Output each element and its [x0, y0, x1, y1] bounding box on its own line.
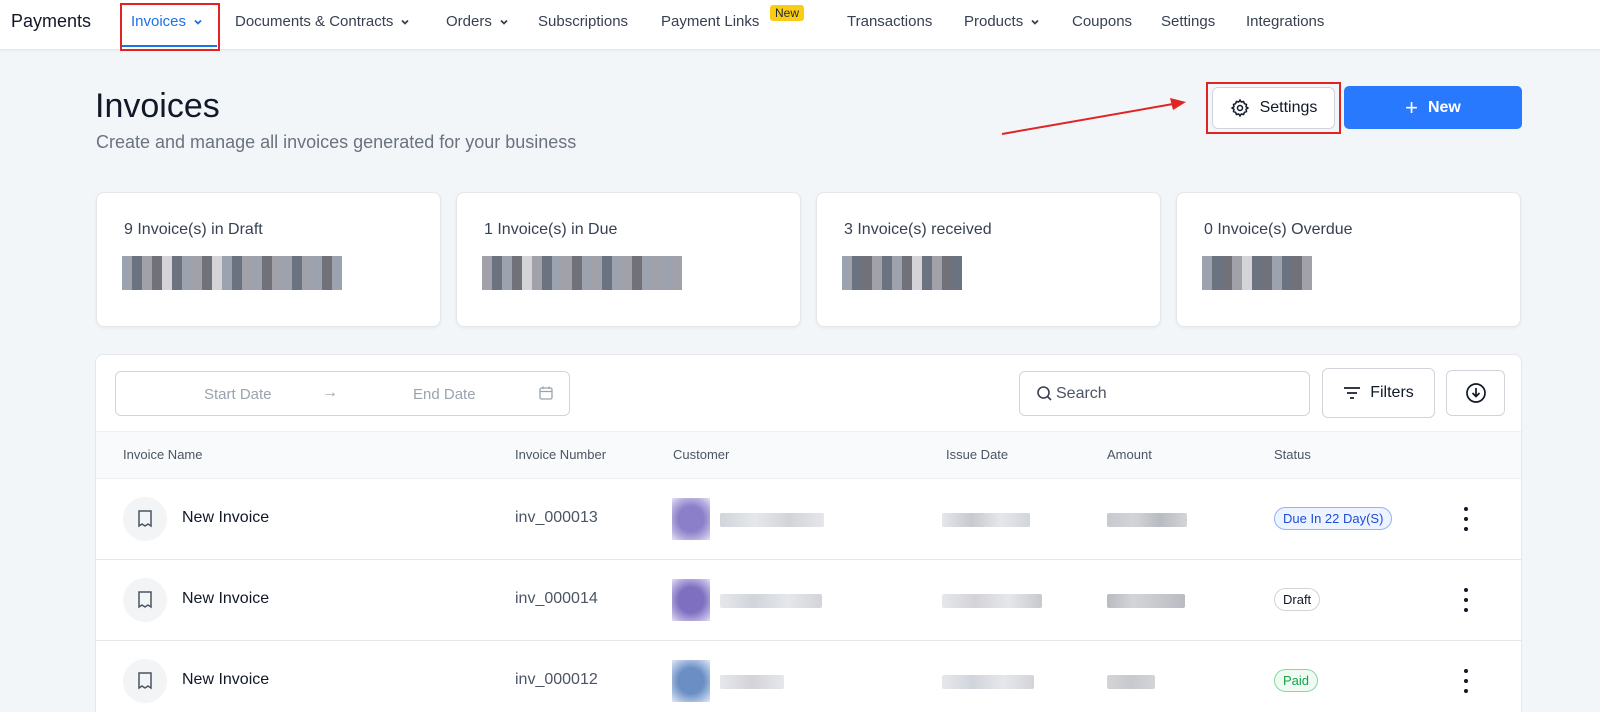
filters-button[interactable]: Filters	[1322, 368, 1435, 418]
nav-transactions[interactable]: Transactions	[847, 13, 932, 30]
invoice-name[interactable]: New Invoice	[182, 509, 269, 527]
table-header: Invoice Name Invoice Number Customer Iss…	[96, 431, 1521, 479]
stat-value-redacted	[1202, 256, 1312, 290]
invoice-name[interactable]: New Invoice	[182, 590, 269, 608]
status-badge: Draft	[1274, 588, 1321, 611]
invoices-table-card: Start Date → End Date Filters Invoice Na…	[95, 354, 1522, 712]
filter-icon	[1344, 387, 1361, 399]
nav-settings[interactable]: Settings	[1161, 13, 1215, 30]
customer-name-redacted	[720, 513, 824, 527]
nav-label: Transactions	[847, 13, 933, 30]
kebab-menu-icon[interactable]	[1463, 669, 1469, 693]
settings-button[interactable]: Settings	[1212, 87, 1335, 129]
avatar	[672, 660, 710, 702]
stat-value-redacted	[482, 256, 682, 290]
document-icon	[123, 497, 167, 541]
nav-label: Payment Links	[661, 13, 760, 30]
amount-redacted	[1107, 594, 1185, 608]
search-box[interactable]	[1019, 371, 1310, 416]
chevron-down-icon	[401, 19, 410, 25]
amount-redacted	[1107, 513, 1187, 527]
stat-value-redacted	[842, 256, 962, 290]
stat-card-draft: 9 Invoice(s) in Draft	[96, 192, 441, 327]
calendar-icon	[539, 386, 553, 400]
issue-date-redacted	[942, 675, 1034, 689]
nav-documents-contracts[interactable]: Documents & Contracts	[235, 13, 411, 30]
status-badge: Due In 22 Day(S)	[1274, 507, 1393, 530]
page-subtitle: Create and manage all invoices generated…	[96, 132, 577, 152]
download-button[interactable]	[1446, 370, 1505, 416]
issue-date-redacted	[942, 594, 1042, 608]
invoice-number: inv_000013	[515, 509, 598, 526]
stat-card-received: 3 Invoice(s) received	[816, 192, 1161, 327]
gear-icon	[1230, 98, 1249, 118]
column-header[interactable]: Customer	[673, 447, 729, 462]
document-icon	[123, 578, 167, 622]
nav-integrations[interactable]: Integrations	[1246, 13, 1324, 30]
start-date-field[interactable]: Start Date	[204, 386, 272, 403]
stat-card-due: 1 Invoice(s) in Due	[456, 192, 801, 327]
new-badge: New	[770, 5, 805, 21]
page-title: Invoices	[95, 87, 220, 125]
invoice-name[interactable]: New Invoice	[182, 671, 269, 689]
nav-label: Documents & Contracts	[235, 13, 394, 30]
nav-payment-links[interactable]: Payment Links	[661, 13, 759, 30]
brand-title: Payments	[11, 11, 92, 31]
plus-icon: +	[1405, 94, 1418, 120]
filters-label: Filters	[1370, 384, 1414, 401]
download-icon	[1465, 383, 1486, 403]
nav-orders[interactable]: Orders	[446, 13, 510, 30]
end-date-field[interactable]: End Date	[413, 386, 476, 403]
stat-card-overdue: 0 Invoice(s) Overdue	[1176, 192, 1521, 327]
customer-name-redacted	[720, 594, 822, 608]
date-range-picker[interactable]: Start Date → End Date	[115, 371, 570, 416]
avatar	[672, 498, 710, 540]
stat-label: 0 Invoice(s) Overdue	[1204, 221, 1353, 238]
search-icon	[1037, 386, 1052, 401]
chevron-down-icon	[1031, 19, 1039, 25]
nav-products[interactable]: Products	[964, 13, 1041, 30]
kebab-menu-icon[interactable]	[1463, 588, 1469, 612]
table-row[interactable]: New Invoice inv_000014 Draft	[96, 560, 1521, 641]
column-header[interactable]: Invoice Number	[515, 447, 606, 462]
search-input[interactable]	[1056, 381, 1296, 407]
stat-value-redacted	[122, 256, 342, 290]
annotation-arrow	[1001, 98, 1186, 135]
customer-name-redacted	[720, 675, 784, 689]
annotation-highlight-invoices	[120, 3, 220, 51]
new-label: New	[1427, 98, 1461, 116]
kebab-menu-icon[interactable]	[1463, 507, 1469, 531]
stat-label: 9 Invoice(s) in Draft	[124, 221, 263, 238]
column-header[interactable]: Amount	[1107, 447, 1152, 462]
nav-label: Orders	[446, 13, 492, 30]
column-header[interactable]: Invoice Name	[123, 447, 202, 462]
status-badge: Paid	[1274, 669, 1319, 692]
amount-redacted	[1107, 675, 1155, 689]
settings-label: Settings	[1259, 99, 1318, 116]
invoice-number: inv_000014	[515, 590, 598, 607]
invoice-number: inv_000012	[515, 671, 598, 688]
issue-date-redacted	[942, 513, 1030, 527]
avatar	[672, 579, 710, 621]
column-header[interactable]: Status	[1274, 447, 1311, 462]
nav-label: Coupons	[1072, 13, 1133, 30]
stat-label: 1 Invoice(s) in Due	[484, 221, 618, 238]
nav-label: Subscriptions	[538, 13, 629, 30]
stat-label: 3 Invoice(s) received	[844, 221, 992, 238]
new-invoice-button[interactable]: + New	[1344, 86, 1522, 129]
nav-label: Products	[964, 13, 1024, 30]
nav-label: Settings	[1161, 13, 1216, 30]
nav-subscriptions[interactable]: Subscriptions	[538, 13, 628, 30]
chevron-down-icon	[500, 19, 508, 25]
nav-coupons[interactable]: Coupons	[1072, 13, 1132, 30]
table-row[interactable]: New Invoice inv_000012 Paid	[96, 641, 1521, 712]
table-row[interactable]: New Invoice inv_000013 Due In 22 Day(S)	[96, 479, 1521, 560]
arrow-right-icon: →	[322, 384, 338, 401]
document-icon	[123, 659, 167, 703]
nav-label: Integrations	[1246, 13, 1325, 30]
column-header[interactable]: Issue Date	[946, 447, 1008, 462]
top-nav: Payments Invoices Documents & Contracts …	[0, 0, 1600, 51]
